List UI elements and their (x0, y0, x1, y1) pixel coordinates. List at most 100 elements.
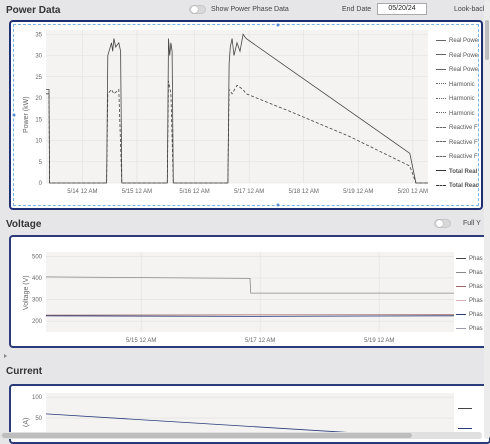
power-legend-item[interactable]: Total Real (436, 169, 477, 175)
power-plot-area (46, 30, 428, 183)
voltage-legend-item[interactable]: Phas (456, 312, 483, 318)
voltage-y-ticks: 200 300 400 500 (32, 254, 43, 325)
voltage-legend-item[interactable]: Phas (456, 298, 483, 304)
toggle-knob (436, 220, 443, 227)
legend-label: Harmonic (449, 111, 475, 117)
voltage-legend-item[interactable]: Phas (456, 284, 483, 290)
resize-handle-bottom[interactable] (277, 204, 280, 207)
current-legend-line (458, 408, 472, 409)
power-chart: 0 5 10 15 20 25 30 35 5/14 12 AM 5/15 12 AM 5/16 … (12, 23, 482, 207)
current-y-ticks: 50 100 (32, 395, 43, 422)
x-tick-label: 5/20 12 AM (398, 189, 428, 195)
y-tick-label: 35 (35, 32, 42, 38)
voltage-legend-item[interactable]: Phas (456, 270, 483, 276)
y-tick-label: 0 (39, 181, 43, 187)
lookback-label: Look-back (454, 6, 486, 13)
legend-swatch (436, 40, 446, 41)
legend-label: Phas (469, 326, 483, 332)
x-tick-label: 5/18 12 AM (289, 189, 319, 195)
legend-label: Total Real (449, 169, 477, 175)
legend-label: Harmonic (449, 96, 475, 102)
power-legend-item[interactable]: Real Powe (436, 38, 478, 44)
legend-swatch (436, 185, 446, 186)
voltage-x-ticks: 5/15 12 AM 5/17 12 AM 5/19 12 AM (126, 338, 394, 344)
legend-label: Real Powe (449, 38, 478, 44)
power-legend-item[interactable]: Harmonic (436, 82, 475, 88)
horizontal-scrollbar-thumb[interactable] (2, 433, 412, 438)
y-tick-label: 100 (32, 395, 43, 401)
power-legend-item[interactable]: Reactive F (436, 154, 478, 160)
power-legend-item[interactable]: Total Reac (436, 183, 479, 189)
x-tick-label: 5/14 12 AM (67, 189, 97, 195)
legend-swatch (456, 300, 466, 301)
legend-swatch (456, 328, 466, 329)
voltage-y-axis-label: Voltage (V) (23, 275, 30, 310)
voltage-chart: 200 300 400 500 5/15 12 AM 5/17 12 AM 5/19 12… (12, 238, 488, 346)
legend-label: Real Powe (449, 53, 478, 59)
x-tick-label: 5/16 12 AM (179, 189, 209, 195)
voltage-fully-toggle[interactable] (434, 219, 451, 228)
legend-swatch (456, 258, 466, 259)
legend-label: Real Powe (449, 67, 478, 73)
legend-label: Harmonic (449, 82, 475, 88)
y-tick-label: 5 (39, 160, 43, 166)
y-tick-label: 500 (32, 254, 43, 260)
y-tick-label: 25 (35, 75, 42, 81)
legend-swatch (436, 83, 446, 84)
power-legend-item[interactable]: Real Powe (436, 53, 478, 59)
legend-swatch (436, 112, 446, 113)
y-tick-label: 30 (35, 54, 42, 60)
power-legend-item[interactable]: Harmonic (436, 111, 475, 117)
voltage-legend-item[interactable]: Phas (456, 326, 483, 332)
y-tick-label: 20 (35, 96, 42, 102)
resize-handle-top[interactable] (277, 24, 280, 27)
power-y-ticks: 0 5 10 15 20 25 30 35 (35, 32, 42, 187)
legend-swatch (436, 170, 446, 171)
vertical-scrollbar-thumb[interactable] (485, 20, 489, 60)
legend-swatch (436, 127, 446, 128)
power-x-ticks: 5/14 12 AM5/15 12 AM5/16 12 AM5/17 12 AM… (67, 189, 428, 195)
legend-swatch (436, 54, 446, 55)
power-legend: Real Powe Real Powe Real Powe Harmonic Harmo… (436, 38, 486, 198)
power-y-axis-label: Power (kW) (23, 96, 30, 133)
power-legend-item[interactable]: Reactive F (436, 125, 478, 131)
y-tick-label: 50 (35, 416, 42, 422)
legend-swatch (436, 69, 446, 70)
legend-swatch (436, 98, 446, 99)
x-tick-label: 5/15 12 AM (126, 338, 156, 344)
toggle-knob (191, 6, 198, 13)
legend-label: Reactive F (449, 125, 478, 131)
current-y-axis-label: (A) (23, 418, 30, 427)
legend-swatch (436, 156, 446, 157)
voltage-fully-label: Full Y (463, 220, 481, 227)
y-tick-label: 300 (32, 298, 43, 304)
power-legend-item[interactable]: Reactive F (436, 140, 478, 146)
x-tick-label: 5/17 12 AM (245, 338, 275, 344)
y-tick-label: 400 (32, 276, 43, 282)
legend-swatch (456, 286, 466, 287)
resize-handle-left[interactable] (13, 114, 16, 117)
legend-label: Phas (469, 284, 483, 290)
y-tick-label: 15 (35, 117, 42, 123)
legend-swatch (456, 314, 466, 315)
voltage-legend-item[interactable]: Phas (456, 256, 483, 262)
power-legend-item[interactable]: Harmonic (436, 96, 475, 102)
vertical-scrollbar-track[interactable] (484, 0, 490, 439)
voltage-plot-area (46, 252, 454, 332)
end-date-label: End Date (342, 6, 371, 13)
current-legend-line (458, 428, 472, 429)
x-tick-label: 5/15 12 AM (122, 189, 152, 195)
legend-label: Total Reac (449, 183, 479, 189)
power-phase-toggle-label: Show Power Phase Data (211, 6, 289, 13)
power-phase-toggle[interactable] (189, 5, 206, 14)
voltage-title: Voltage (6, 219, 41, 230)
legend-label: Reactive F (449, 154, 478, 160)
y-tick-label: 200 (32, 319, 43, 325)
power-data-title: Power Data (6, 5, 60, 16)
legend-label: Phas (469, 270, 483, 276)
y-tick-label: 10 (35, 139, 42, 145)
power-legend-item[interactable]: Real Powe (436, 67, 478, 73)
scroll-left-arrow[interactable] (4, 354, 8, 358)
x-tick-label: 5/19 12 AM (364, 338, 394, 344)
end-date-input[interactable]: 05/20/24 (377, 3, 427, 15)
